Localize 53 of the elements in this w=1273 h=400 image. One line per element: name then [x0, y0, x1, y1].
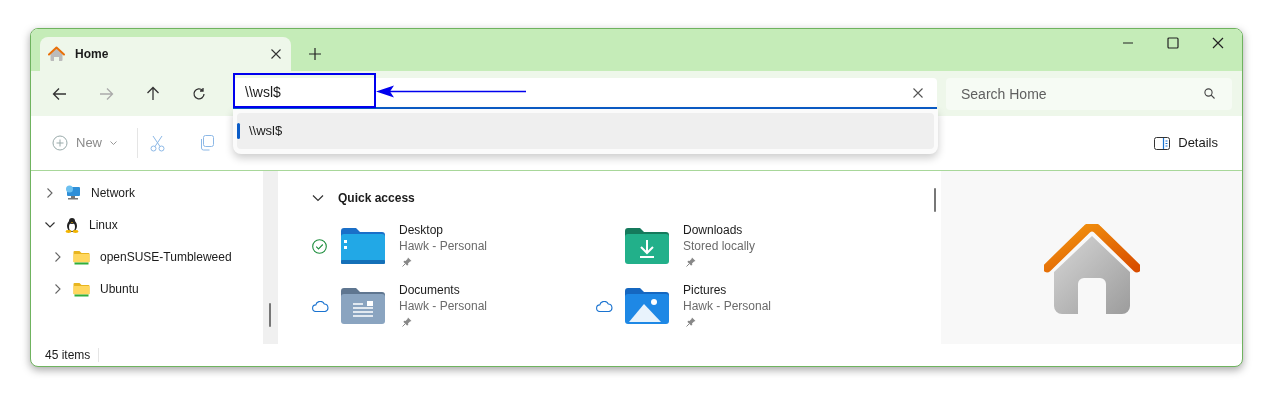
search-icon — [1204, 87, 1215, 99]
download-folder-icon — [625, 228, 669, 264]
up-arrow-icon[interactable] — [146, 86, 160, 101]
tab[interactable]: Home — [40, 37, 291, 71]
item-subtitle: Hawk - Personal — [399, 238, 488, 254]
item-subtitle: Hawk - Personal — [683, 298, 772, 314]
chevron-right-icon[interactable] — [55, 252, 61, 262]
clear-icon[interactable] — [913, 87, 923, 98]
suggestion-item[interactable]: \\wsl$ — [237, 113, 934, 149]
item-subtitle: Stored locally — [683, 238, 756, 254]
sidebar-item[interactable]: Ubuntu — [31, 273, 263, 305]
pin-icon[interactable] — [402, 257, 412, 267]
pin-icon[interactable] — [686, 317, 696, 327]
chevron-right-icon[interactable] — [55, 284, 61, 294]
folder-icon — [73, 281, 90, 297]
chevron-down-icon[interactable] — [312, 194, 324, 202]
scrollbar-thumb[interactable] — [269, 303, 271, 327]
scrollbar-thumb[interactable] — [934, 188, 936, 212]
pin-icon[interactable] — [402, 317, 412, 327]
item-subtitle: Hawk - Personal — [399, 298, 488, 314]
document-folder-icon — [341, 288, 385, 324]
plus-circle-icon — [52, 135, 68, 151]
chevron-down-icon[interactable] — [45, 222, 55, 228]
address-field[interactable]: \\wsl$ — [233, 78, 937, 109]
penguin-icon — [65, 217, 79, 233]
details-button[interactable]: Details — [1154, 133, 1218, 153]
sidebar-item[interactable]: Linux — [31, 209, 263, 241]
new-tab-icon[interactable] — [309, 48, 321, 60]
refresh-icon[interactable] — [192, 86, 206, 101]
back-arrow-icon[interactable] — [52, 86, 67, 101]
item-name[interactable]: Desktop — [399, 222, 488, 238]
folder-icon — [341, 228, 385, 264]
maximize-icon[interactable] — [1167, 37, 1179, 49]
chevron-right-icon[interactable] — [47, 188, 53, 198]
close-icon[interactable] — [1212, 37, 1224, 49]
item-count: 45 items — [45, 347, 91, 364]
item-name[interactable]: Downloads — [683, 222, 756, 238]
pin-icon[interactable] — [686, 257, 696, 267]
item-name[interactable]: Documents — [399, 282, 488, 298]
sidebar-item[interactable]: openSUSE-Tumbleweed — [31, 241, 263, 273]
folder-icon — [73, 249, 90, 265]
section-title: Quick access — [338, 190, 415, 207]
details-pane-icon — [1154, 136, 1171, 150]
close-icon[interactable] — [271, 49, 281, 59]
home-icon — [48, 46, 65, 62]
item-name[interactable]: Pictures — [683, 282, 772, 298]
picture-folder-icon — [625, 288, 669, 324]
search-field[interactable]: Search Home — [946, 77, 1232, 110]
network-icon — [65, 185, 81, 201]
caret-icon — [110, 140, 117, 146]
sidebar-item[interactable]: Network — [31, 177, 263, 209]
new-button[interactable]: New — [52, 133, 117, 153]
home-icon — [1043, 223, 1140, 316]
